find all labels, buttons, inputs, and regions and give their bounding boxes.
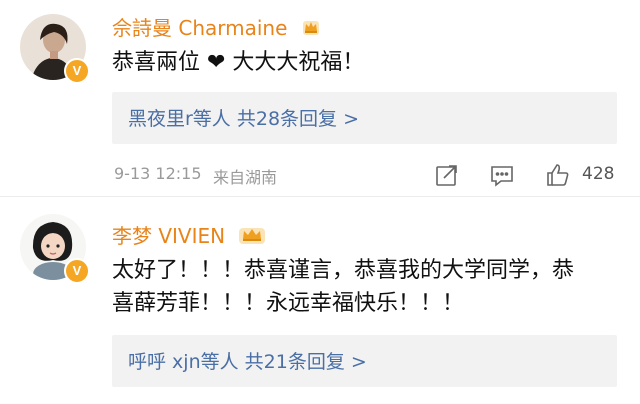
user-name-text[interactable]: 佘詩曼 Charmaine [112,16,287,40]
user-name[interactable]: 佘詩曼 Charmaine [112,12,322,42]
timestamp: 9-13 12:15 [114,164,202,183]
replies-text[interactable]: 黑夜里r等人 共28条回复 > [128,104,359,131]
replies-link[interactable]: 黑夜里r等人 共28条回复 > [112,92,617,144]
comment-text-line: 太好了！！！恭喜谨言，恭喜我的大学同学，恭 [112,258,575,283]
replies-text[interactable]: 呼呼 xjn等人 共21条回复 > [128,347,367,374]
verified-badge: V [64,258,90,284]
divider [0,196,640,197]
crown-icon [300,17,322,42]
replies-link[interactable]: 呼呼 xjn等人 共21条回复 > [112,335,617,387]
like-icon[interactable] [545,162,573,190]
comment-item: V 佘詩曼 Charmaine 恭喜兩位 ❤ 大大大祝福！ 黑夜里r等人 共28… [0,0,640,192]
user-name[interactable]: 李梦 VIVIEN [112,220,267,251]
comment-text: 恭喜兩位 ❤ 大大大祝福！ [112,50,365,75]
comment-text: 太好了！！！恭喜谨言，恭喜我的大学同学，恭 喜薛芳菲！！！永远幸福快乐！！！ [112,254,632,320]
crown-icon [237,224,267,251]
user-name-text[interactable]: 李梦 VIVIEN [112,224,225,248]
comment-icon[interactable] [489,162,517,190]
comment-item: V 李梦 VIVIEN 太好了！！！恭喜谨言，恭喜我的大学同学，恭 喜薛芳菲！！… [0,198,640,404]
location: 来自湖南 [213,168,278,187]
comment-text-line: 喜薛芳菲！！！永远幸福快乐！！！ [112,291,465,316]
share-icon[interactable] [434,162,462,190]
like-count: 428 [582,164,615,184]
verified-badge: V [64,58,90,84]
